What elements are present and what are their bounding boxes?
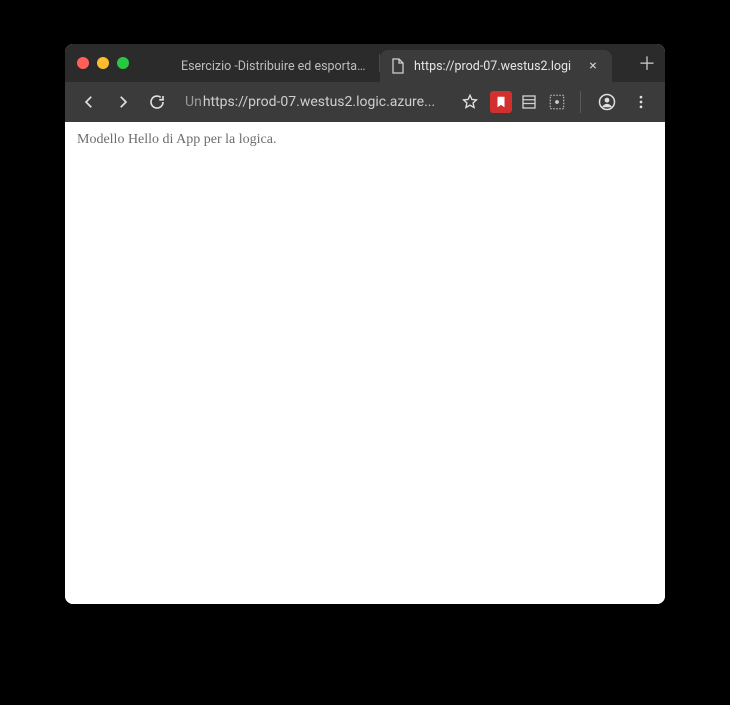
reload-button[interactable] bbox=[143, 88, 171, 116]
minimize-window-button[interactable] bbox=[97, 57, 109, 69]
new-tab-button[interactable]: ＋ bbox=[633, 49, 661, 77]
extension-icon[interactable] bbox=[546, 91, 568, 113]
microsoft-icon bbox=[157, 58, 173, 74]
tab-label: https://prod-07.westus2.logi bbox=[414, 59, 578, 74]
window-controls bbox=[77, 57, 129, 69]
extension-icon[interactable] bbox=[490, 91, 512, 113]
tab-inactive[interactable]: Esercizio -Distribuire ed esportare bbox=[147, 50, 379, 82]
address-bar[interactable]: Unhttps://prod-07.westus2.logic.azure... bbox=[177, 94, 450, 110]
maximize-window-button[interactable] bbox=[117, 57, 129, 69]
tab-active[interactable]: https://prod-07.westus2.logi × bbox=[380, 50, 612, 82]
toolbar-separator bbox=[580, 91, 581, 113]
page-icon bbox=[390, 58, 406, 74]
profile-icon[interactable] bbox=[593, 88, 621, 116]
extension-icon[interactable] bbox=[518, 91, 540, 113]
page-content: Modello Hello di App per la logica. bbox=[65, 122, 665, 604]
address-text: https://prod-07.westus2.logic.azure... bbox=[203, 94, 435, 110]
tab-strip: Esercizio -Distribuire ed esportare http… bbox=[65, 44, 665, 82]
close-tab-icon[interactable]: × bbox=[586, 59, 600, 73]
close-window-button[interactable] bbox=[77, 57, 89, 69]
star-icon[interactable] bbox=[456, 88, 484, 116]
tabs-container: Esercizio -Distribuire ed esportare http… bbox=[147, 44, 627, 82]
browser-window: Esercizio -Distribuire ed esportare http… bbox=[65, 44, 665, 604]
menu-icon[interactable] bbox=[627, 88, 655, 116]
forward-button[interactable] bbox=[109, 88, 137, 116]
back-button[interactable] bbox=[75, 88, 103, 116]
tab-label: Esercizio -Distribuire ed esportare bbox=[181, 59, 367, 74]
page-body-text: Modello Hello di App per la logica. bbox=[77, 132, 276, 147]
address-prefix: Un bbox=[185, 94, 202, 110]
toolbar: Unhttps://prod-07.westus2.logic.azure... bbox=[65, 82, 665, 122]
browser-chrome: Esercizio -Distribuire ed esportare http… bbox=[65, 44, 665, 122]
